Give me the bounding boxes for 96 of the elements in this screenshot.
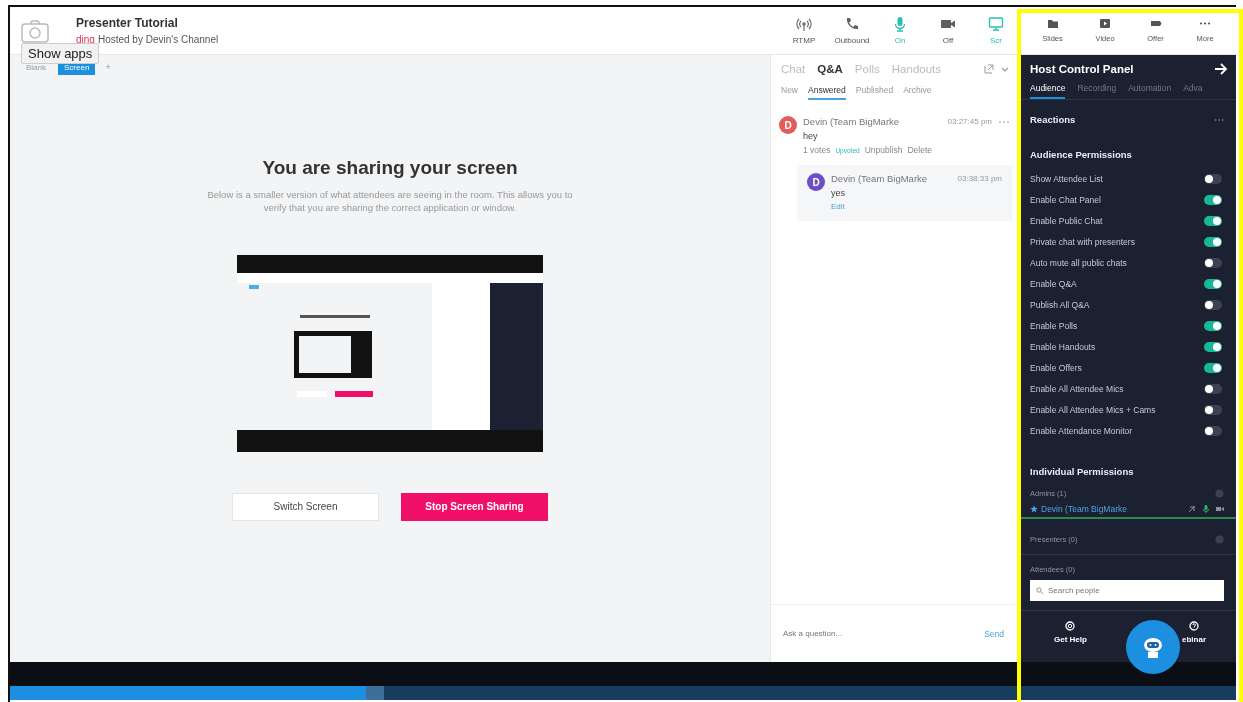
footer-button[interactable]: Get Help (1054, 621, 1087, 652)
panel-tab[interactable]: Q&A (817, 63, 843, 75)
toolbar-button[interactable]: RTMP (780, 16, 828, 45)
permission-label: Enable Offers (1030, 362, 1082, 373)
permission-label: Enable All Attendee Mics (1030, 383, 1124, 394)
panel-tab[interactable]: Audience (1030, 83, 1066, 99)
stage-description: Below is a smaller version of what attendees are seeing in the room. This allows you to verify that you are sharing the correct application or window. (206, 189, 574, 215)
toggle-switch[interactable] (1204, 383, 1222, 394)
question-text: hey (803, 131, 819, 141)
panel-tab[interactable]: Chat (781, 63, 806, 75)
toggle-switch[interactable] (1204, 173, 1222, 184)
permission-label: Enable Polls (1030, 320, 1078, 331)
video-camera-icon (1216, 505, 1224, 513)
panel-tab[interactable]: Automation (1128, 83, 1172, 99)
camera-icon (20, 17, 50, 44)
help-icon (1189, 621, 1199, 631)
phone-icon (844, 16, 860, 32)
toggle-switch[interactable] (1204, 404, 1222, 415)
toggle-switch[interactable] (1204, 341, 1222, 352)
edit-link[interactable]: Edit (831, 202, 1002, 211)
more-icon (1214, 117, 1224, 122)
filter-tab[interactable]: Archive (903, 85, 932, 100)
play-icon (1099, 18, 1112, 29)
monitor-icon (988, 16, 1004, 32)
toolbar-button[interactable]: Outbound (828, 16, 876, 45)
toolbar-button[interactable]: Off (924, 16, 972, 45)
permission-label: Private chat with presenters (1030, 236, 1135, 247)
tag-icon (1149, 18, 1162, 29)
filter-tab[interactable]: Published (855, 85, 894, 100)
search-field[interactable]: Search people (1030, 580, 1224, 601)
microphone-icon (1202, 505, 1210, 513)
progress-bar[interactable] (10, 686, 1236, 700)
permission-label: Enable Attendance Monitor (1030, 425, 1133, 436)
avatar: D (779, 116, 797, 134)
permission-label: Enable Q&A (1030, 278, 1077, 289)
author-name: Devin (Team BigMarke (831, 173, 928, 184)
folder-icon (1046, 18, 1059, 29)
info-icon (1215, 535, 1224, 544)
member-row[interactable]: Devin (Team BigMarke (1020, 498, 1236, 519)
permission-label: Enable All Attendee Mics + Cams (1030, 404, 1156, 415)
toggle-switch[interactable] (1204, 236, 1222, 247)
add-button[interactable]: + (101, 62, 115, 72)
toggle-switch[interactable] (1204, 278, 1222, 289)
toolbar-button[interactable]: On (876, 16, 924, 45)
vote-count: 1 votes (803, 145, 831, 155)
toolbar-button[interactable]: Scr (972, 16, 1020, 45)
lifebuoy-icon (1065, 621, 1076, 631)
panel-title: Host Control Panel (1030, 63, 1134, 75)
more-icon (998, 118, 1010, 125)
filter-tab[interactable]: Answered (808, 85, 846, 100)
section-heading: Individual Permissions (1030, 466, 1134, 477)
action-link[interactable]: Delete (907, 145, 932, 155)
broadcast-icon (796, 16, 812, 32)
tooltip: Show apps (21, 43, 100, 64)
panel-tab[interactable]: Polls (854, 63, 880, 75)
footer-button[interactable]: ebinar (1182, 621, 1206, 652)
question-input[interactable]: Ask a question... (781, 628, 979, 639)
switch-screen-button[interactable]: Switch Screen (232, 492, 379, 521)
filter-tab[interactable]: New (781, 85, 798, 100)
stop-sharing-button[interactable]: Stop Screen Sharing (401, 492, 548, 521)
section-heading: Audience Permissions (1030, 149, 1132, 160)
search-icon (1036, 587, 1043, 594)
permission-label: Publish All Q&A (1030, 299, 1090, 310)
member-name: Devin (Team BigMarke (1041, 504, 1127, 514)
toggle-switch[interactable] (1204, 320, 1222, 331)
timestamp: 03:27:45 pm (947, 117, 992, 126)
toggle-switch[interactable] (1204, 299, 1222, 310)
arrow-right-icon (1214, 63, 1228, 75)
info-icon (1215, 489, 1224, 498)
permission-label: Enable Public Chat (1030, 215, 1103, 226)
avatar: D (807, 173, 825, 191)
permission-label: Enable Handouts (1030, 341, 1096, 352)
webinar-title: Presenter Tutorial (76, 16, 179, 30)
host-label: Hosted by Devin's Channel (97, 34, 219, 45)
panel-tab[interactable]: Recording (1077, 83, 1117, 99)
popout-icon (984, 64, 994, 74)
permission-label: Show Attendee List (1030, 173, 1103, 184)
permission-label: Enable Chat Panel (1030, 194, 1101, 205)
timestamp: 03:38:33 pm (957, 174, 1002, 183)
permission-label: Auto mute all public chats (1030, 257, 1127, 268)
panel-tab[interactable]: Adva (1183, 83, 1203, 99)
toggle-switch[interactable] (1204, 194, 1222, 205)
microphone-icon (892, 16, 908, 32)
section-heading: Reactions (1030, 114, 1076, 125)
toggle-switch[interactable] (1204, 425, 1222, 436)
action-link[interactable]: Unpublish (864, 145, 903, 155)
reply-text: yes (831, 188, 846, 198)
crossed-out-icon (1188, 505, 1196, 513)
toggle-switch[interactable] (1204, 215, 1222, 226)
send-button[interactable]: Send (978, 627, 1010, 640)
panel-tab[interactable]: Handouts (891, 63, 942, 75)
author-name: Devin (Team BigMarke (803, 116, 900, 127)
stage-heading: You are sharing your screen (262, 157, 518, 179)
star-icon (1030, 505, 1038, 513)
toggle-switch[interactable] (1204, 257, 1222, 268)
toggle-switch[interactable] (1204, 362, 1222, 373)
